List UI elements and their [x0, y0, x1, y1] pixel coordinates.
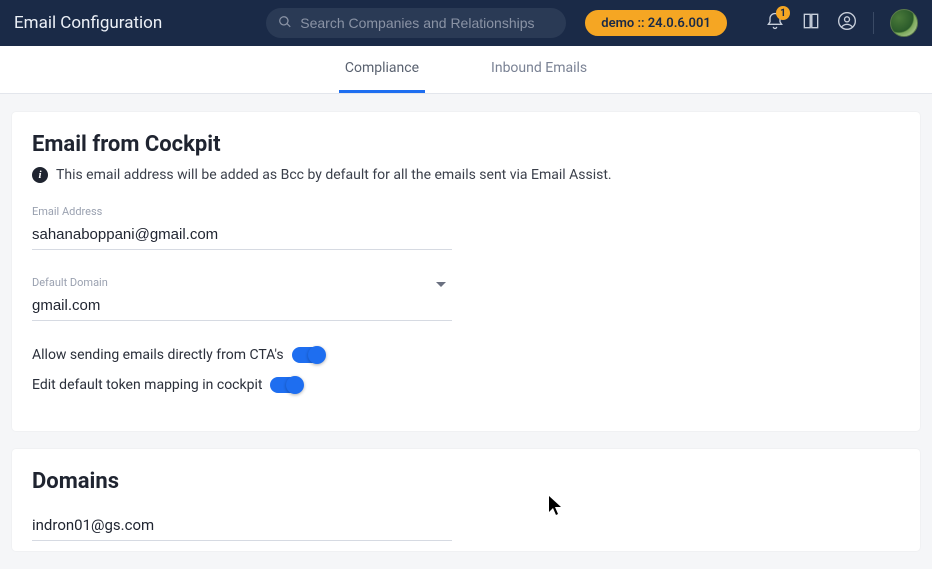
- env-badge: demo :: 24.0.6.001: [584, 9, 728, 37]
- card-title-cockpit: Email from Cockpit: [32, 132, 900, 157]
- tab-inbound-emails[interactable]: Inbound Emails: [485, 46, 593, 93]
- divider: [873, 12, 874, 34]
- guide-button[interactable]: [801, 11, 821, 35]
- app-header: Email Configuration demo :: 24.0.6.001 1: [0, 0, 932, 46]
- toggle-allow-cta-emails[interactable]: [292, 347, 324, 363]
- field-email-address: Email Address: [32, 205, 452, 250]
- domain-entry[interactable]: indron01@gs.com: [32, 512, 452, 541]
- info-icon: i: [32, 167, 48, 183]
- cockpit-info-row: i This email address will be added as Bc…: [32, 167, 900, 183]
- toggle-label-cta: Allow sending emails directly from CTA's: [32, 347, 284, 363]
- search-field-wrap[interactable]: [266, 8, 566, 38]
- toggle-token-mapping[interactable]: [270, 377, 302, 393]
- default-domain-select[interactable]: [32, 293, 452, 321]
- card-title-domains: Domains: [32, 469, 900, 494]
- card-domains: Domains indron01@gs.com: [12, 449, 920, 551]
- field-default-domain: Default Domain: [32, 276, 452, 321]
- notifications-button[interactable]: 1: [765, 11, 785, 35]
- email-address-input[interactable]: [32, 222, 452, 250]
- tab-compliance[interactable]: Compliance: [339, 46, 425, 93]
- avatar[interactable]: [890, 9, 918, 37]
- header-actions: 1: [765, 9, 918, 37]
- user-menu-button[interactable]: [837, 11, 857, 35]
- card-email-from-cockpit: Email from Cockpit i This email address …: [12, 112, 920, 431]
- field-label-domain: Default Domain: [32, 276, 452, 289]
- notification-count-badge: 1: [776, 6, 790, 20]
- toggle-label-token: Edit default token mapping in cockpit: [32, 377, 262, 393]
- search-icon: [278, 14, 292, 33]
- content-area: Email from Cockpit i This email address …: [0, 94, 932, 569]
- field-label-email: Email Address: [32, 205, 452, 218]
- toggle-row-cta: Allow sending emails directly from CTA's: [32, 347, 900, 363]
- page-title: Email Configuration: [14, 13, 162, 33]
- cockpit-info-text: This email address will be added as Bcc …: [56, 167, 612, 183]
- toggle-row-token: Edit default token mapping in cockpit: [32, 377, 900, 393]
- search-input[interactable]: [300, 15, 554, 31]
- tabs-bar: Compliance Inbound Emails: [0, 46, 932, 94]
